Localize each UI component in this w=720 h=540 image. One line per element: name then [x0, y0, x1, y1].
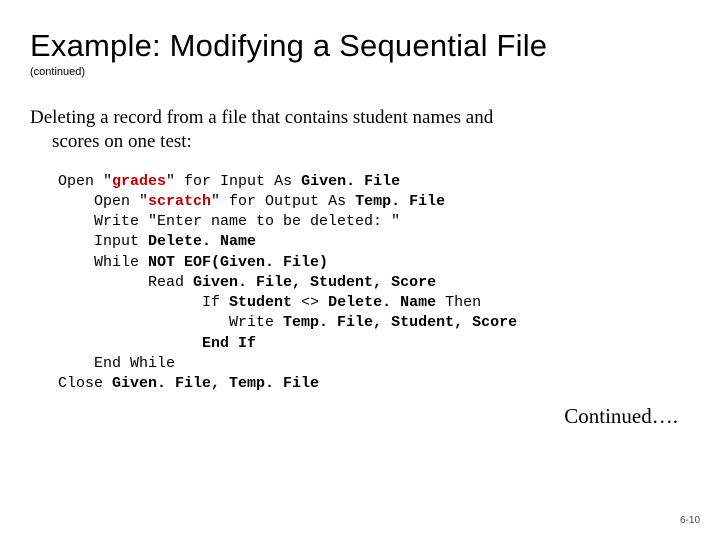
code-line-3: Write "Enter name to be deleted: ": [58, 213, 400, 230]
t: Then: [436, 294, 481, 311]
t: Delete. Name: [328, 294, 436, 311]
slide: Example: Modifying a Sequential File (co…: [0, 0, 720, 540]
t: If: [58, 294, 229, 311]
t: Input: [58, 233, 148, 250]
slide-subtitle: (continued): [30, 66, 690, 78]
t: Student: [229, 294, 292, 311]
code-line-6: Read Given. File, Student, Score: [58, 274, 436, 291]
slide-title: Example: Modifying a Sequential File: [30, 28, 690, 64]
t: scratch: [148, 193, 211, 210]
t: Given. File, Student, Score: [193, 274, 436, 291]
continued-label: Continued….: [30, 404, 678, 429]
t: Write: [58, 213, 148, 230]
t: Write: [58, 314, 283, 331]
code-line-1: Open "grades" for Input As Given. File: [58, 173, 400, 190]
code-line-8: Write Temp. File, Student, Score: [58, 314, 517, 331]
t: NOT EOF(Given. File): [148, 254, 328, 271]
code-line-7: If Student <> Delete. Name Then: [58, 294, 481, 311]
t: Temp. File, Student, Score: [283, 314, 517, 331]
code-line-5: While NOT EOF(Given. File): [58, 254, 328, 271]
intro-line-1: Deleting a record from a file that conta…: [30, 107, 493, 128]
code-block: Open "grades" for Input As Given. File O…: [58, 172, 690, 395]
t: grades: [112, 173, 166, 190]
code-line-11: Close Given. File, Temp. File: [58, 375, 319, 392]
intro-line-2: scores on one test:: [30, 130, 690, 154]
t: Read: [58, 274, 193, 291]
code-line-4: Input Delete. Name: [58, 233, 256, 250]
t: <>: [292, 294, 328, 311]
t: While: [58, 254, 148, 271]
code-line-10: End While: [58, 355, 175, 372]
page-number: 6-10: [680, 515, 700, 526]
t: Delete. Name: [148, 233, 256, 250]
t: End If: [202, 335, 256, 352]
t: Open: [58, 193, 139, 210]
t: Given. File: [301, 173, 400, 190]
code-line-9: End If: [58, 335, 256, 352]
t: Temp. File: [355, 193, 445, 210]
t: End While: [58, 355, 175, 372]
t: Given. File, Temp. File: [112, 375, 319, 392]
t: Close: [58, 375, 112, 392]
code-line-2: Open "scratch" for Output As Temp. File: [58, 193, 445, 210]
t: ": [103, 173, 112, 190]
t: " for Input As: [166, 173, 301, 190]
intro-text: Deleting a record from a file that conta…: [30, 106, 690, 154]
t: ": [139, 193, 148, 210]
t: " for Output As: [211, 193, 355, 210]
t: "Enter name to be deleted: ": [148, 213, 400, 230]
t: [58, 335, 202, 352]
t: Open: [58, 173, 103, 190]
